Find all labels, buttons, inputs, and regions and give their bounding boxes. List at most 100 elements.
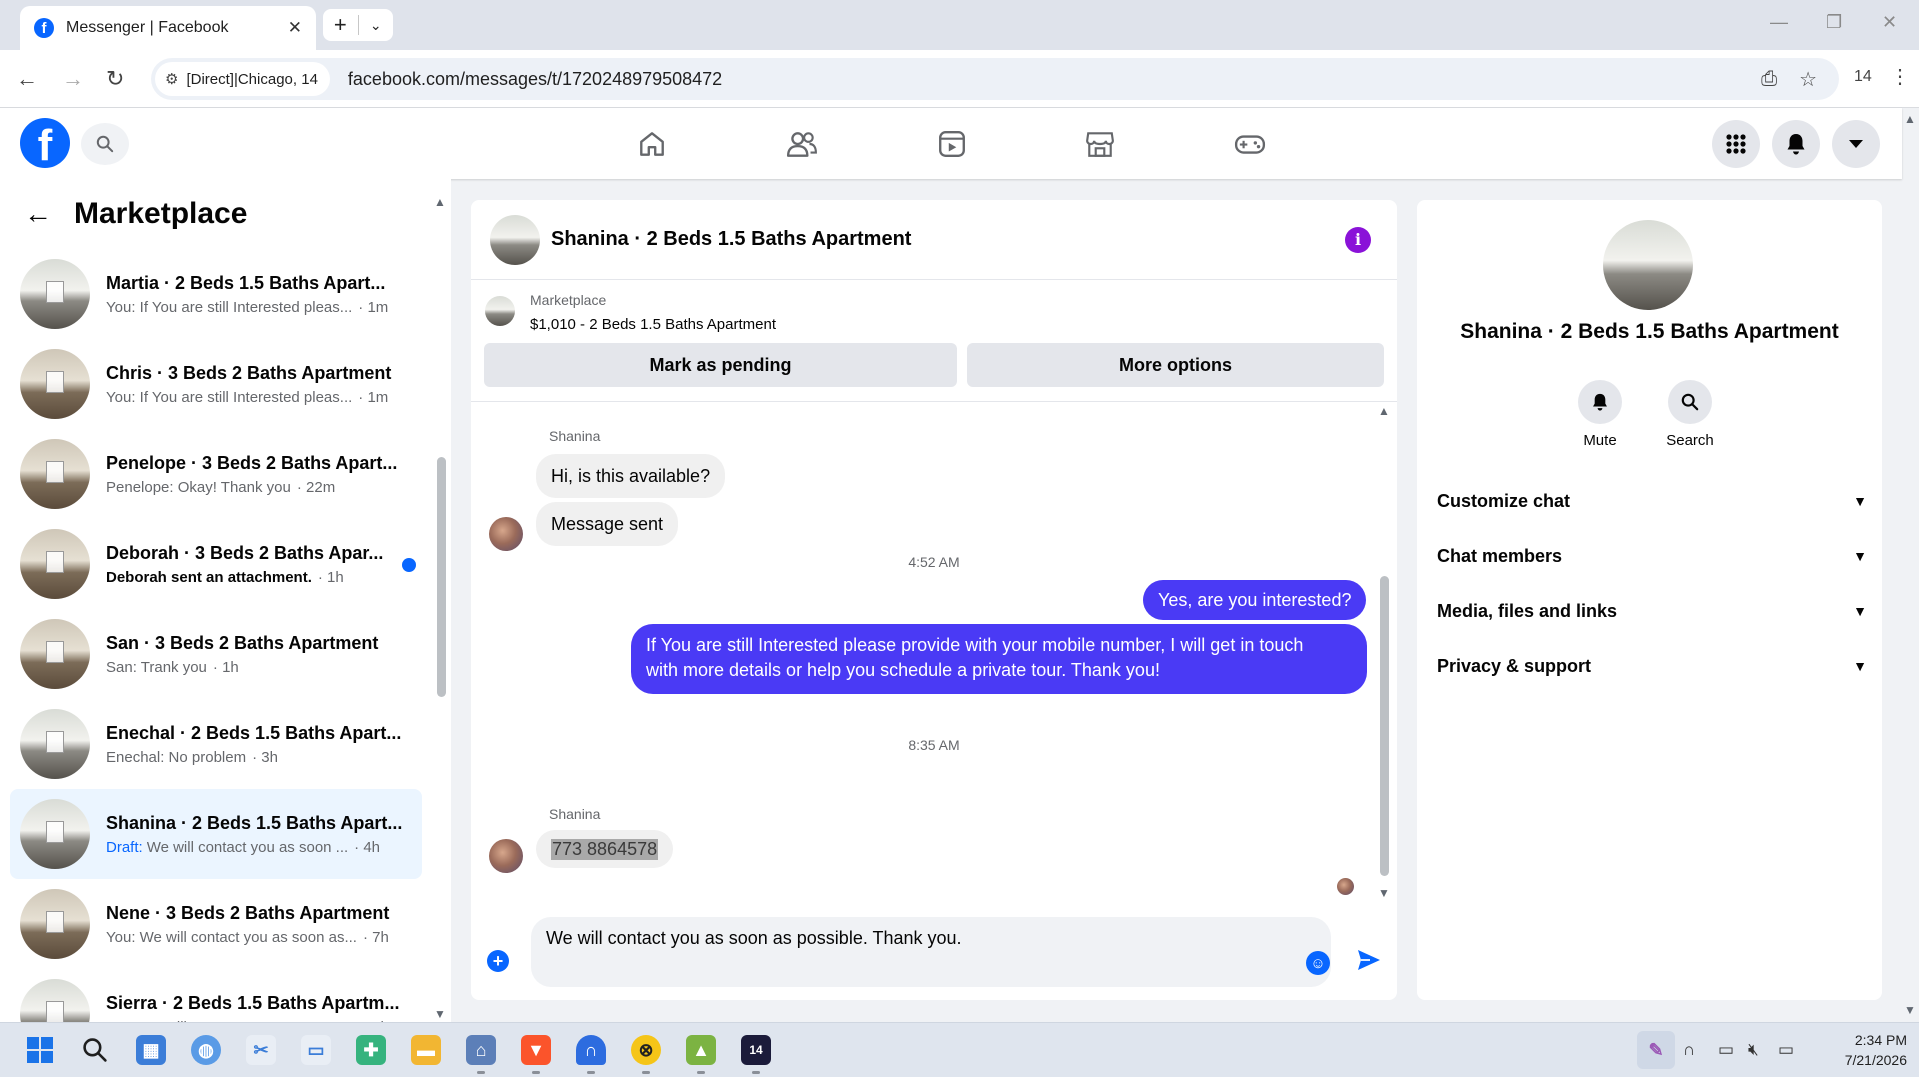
bookmark-star-icon[interactable]: ☆	[1799, 67, 1817, 92]
mute-button[interactable]: Mute	[1560, 380, 1640, 449]
chat-details-panel: Shanina · 2 Beds 1.5 Baths Apartment Mut…	[1417, 200, 1882, 1000]
listing-title[interactable]: $1,010 - 2 Beds 1.5 Baths Apartment	[530, 316, 776, 333]
privacy-support-row[interactable]: Privacy & support ▼	[1437, 646, 1867, 686]
details-avatar[interactable]	[1603, 220, 1693, 310]
chat-members-row[interactable]: Chat members ▼	[1437, 536, 1867, 576]
running-indicator	[587, 1071, 595, 1074]
scroll-up-arrow-icon[interactable]: ▲	[434, 195, 446, 209]
network-share-icon[interactable]: ⌂	[466, 1035, 496, 1065]
conversation-item[interactable]: Nene · 3 Beds 2 Baths Apartment You: We …	[10, 879, 422, 969]
home-nav-button[interactable]	[630, 122, 674, 166]
battery-icon[interactable]: ▭	[1778, 1040, 1794, 1060]
conversation-item[interactable]: San · 3 Beds 2 Baths Apartment San: Tran…	[10, 609, 422, 699]
video-nav-button[interactable]	[930, 122, 974, 166]
section-label: Customize chat	[1437, 490, 1571, 511]
image-app-icon[interactable]: ▲	[686, 1035, 716, 1065]
customize-chat-row[interactable]: Customize chat ▼	[1437, 481, 1867, 521]
gaming-nav-button[interactable]	[1228, 122, 1272, 166]
new-tab-icon[interactable]: +	[323, 12, 358, 38]
info-icon[interactable]: i	[1345, 226, 1371, 253]
page-scroll-down-arrow-icon[interactable]: ▼	[1904, 1003, 1916, 1017]
conversation-item[interactable]: Shanina · 2 Beds 1.5 Baths Apart... Draf…	[10, 789, 422, 879]
url-text[interactable]: facebook.com/messages/t/1720248979508472	[348, 69, 1761, 90]
conversation-item[interactable]: Sierra · 2 Beds 1.5 Baths Apartm... You:…	[10, 969, 422, 1022]
network-globe-icon[interactable]: ◍	[191, 1035, 221, 1065]
browser-tab[interactable]: f Messenger | Facebook ✕	[20, 6, 316, 50]
message-line: with more details or help you schedule a…	[646, 660, 1160, 680]
network-tray-icon[interactable]: ▭	[1718, 1040, 1734, 1060]
mark-as-pending-button[interactable]: Mark as pending	[484, 343, 957, 387]
thread-scrollbar[interactable]	[1380, 576, 1389, 876]
minimize-window-icon[interactable]: —	[1770, 12, 1788, 33]
friends-nav-button[interactable]	[780, 122, 824, 166]
scroll-down-arrow-icon[interactable]: ▼	[1378, 886, 1390, 900]
outgoing-message[interactable]: If You are still Interested please provi…	[631, 624, 1367, 694]
ixbrowser-icon[interactable]: ⊗	[631, 1035, 661, 1065]
back-arrow-icon[interactable]: ←	[24, 198, 52, 230]
notifications-button[interactable]	[1772, 120, 1820, 168]
file-explorer-icon[interactable]: ▬	[411, 1035, 441, 1065]
page-scroll-up-arrow-icon[interactable]: ▲	[1904, 112, 1916, 126]
profile-browser-app-icon[interactable]: 14	[741, 1035, 771, 1065]
conversation-item[interactable]: Enechal · 2 Beds 1.5 Baths Apart... Enec…	[10, 699, 422, 789]
sender-avatar[interactable]	[489, 839, 523, 873]
pen-menu-icon[interactable]: ✎	[1637, 1031, 1675, 1069]
conversation-list: Martia · 2 Beds 1.5 Baths Apart... You: …	[10, 249, 422, 1022]
conversation-item[interactable]: Martia · 2 Beds 1.5 Baths Apart... You: …	[10, 249, 422, 339]
sender-avatar[interactable]	[489, 517, 523, 551]
back-arrow-icon[interactable]: ←	[16, 66, 38, 92]
install-app-icon[interactable]: ⎙	[1761, 68, 1777, 91]
conversation-time: · 4h	[354, 838, 381, 856]
forward-arrow-icon[interactable]: →	[62, 66, 84, 92]
more-options-button[interactable]: More options	[967, 343, 1384, 387]
conversation-item[interactable]: Chris · 3 Beds 2 Baths Apartment You: If…	[10, 339, 422, 429]
control-panel-icon[interactable]: ▦	[136, 1035, 166, 1065]
vpn-tray-icon[interactable]: ∩	[1683, 1040, 1695, 1060]
snipping-tool-icon[interactable]: ✂	[246, 1035, 276, 1065]
vpn-app-icon[interactable]: ∩	[576, 1035, 606, 1065]
conversation-preview: Deborah sent an attachment.	[106, 568, 312, 586]
emoji-icon[interactable]: ☺	[1306, 951, 1330, 975]
taskbar-search-icon[interactable]	[80, 1035, 110, 1065]
sidebar-scrollbar[interactable]	[437, 457, 446, 697]
marketplace-icon	[1086, 132, 1114, 157]
scroll-up-arrow-icon[interactable]: ▲	[1378, 404, 1390, 418]
message-input[interactable]: We will contact you as soon as possible.…	[531, 917, 1331, 987]
restore-window-icon[interactable]: ❐	[1826, 12, 1842, 33]
volume-muted-icon[interactable]: 🔇︎	[1748, 1040, 1759, 1060]
phone-number-text[interactable]: 773 8864578	[551, 838, 659, 860]
browser-menu-icon[interactable]: ⋮	[1890, 64, 1910, 89]
send-icon[interactable]	[1356, 948, 1382, 972]
outgoing-message[interactable]: Yes, are you interested?	[1143, 580, 1367, 620]
marketplace-nav-button[interactable]	[1078, 122, 1122, 166]
scroll-down-arrow-icon[interactable]: ▼	[434, 1007, 446, 1021]
account-button[interactable]	[1832, 120, 1880, 168]
system-clock[interactable]: 2:34 PM 7/21/2026	[1815, 1030, 1907, 1070]
incoming-message[interactable]: Message sent	[536, 502, 679, 546]
reload-icon[interactable]: ↻	[106, 66, 124, 92]
tab-search-chevron-icon[interactable]: ⌄	[359, 17, 394, 34]
apps-store-icon[interactable]: ✚	[356, 1035, 386, 1065]
search-in-chat-button[interactable]: Search	[1650, 380, 1730, 449]
site-info-chip[interactable]: ⚙ [Direct]|Chicago, 14	[155, 62, 330, 96]
menu-grid-button[interactable]	[1712, 120, 1760, 168]
facebook-logo-icon[interactable]: f	[20, 118, 70, 168]
chat-title[interactable]: Shanina · 2 Beds 1.5 Baths Apartment	[551, 228, 1345, 251]
brave-browser-icon[interactable]: ▼	[521, 1035, 551, 1065]
media-files-links-row[interactable]: Media, files and links ▼	[1437, 591, 1867, 631]
start-windows-icon[interactable]	[25, 1035, 55, 1065]
remote-desktop-icon[interactable]: ▭	[301, 1035, 331, 1065]
chat-avatar[interactable]	[490, 214, 540, 265]
address-bar[interactable]: ⚙ [Direct]|Chicago, 14 facebook.com/mess…	[151, 58, 1839, 100]
search-circle	[1668, 380, 1712, 424]
incoming-message[interactable]: Hi, is this available?	[536, 454, 726, 498]
incoming-message[interactable]: 773 8864578	[536, 830, 674, 868]
listing-thumbnail[interactable]	[485, 296, 515, 326]
conversation-item[interactable]: Deborah · 3 Beds 2 Baths Apar... Deborah…	[10, 519, 422, 609]
conversation-item[interactable]: Penelope · 3 Beds 2 Baths Apart... Penel…	[10, 429, 422, 519]
search-facebook-button[interactable]	[81, 123, 129, 165]
extension-badge[interactable]: 14	[1854, 68, 1872, 86]
plus-icon[interactable]: +	[487, 950, 509, 972]
close-tab-icon[interactable]: ✕	[288, 18, 302, 38]
close-window-icon[interactable]: ✕	[1882, 12, 1897, 33]
